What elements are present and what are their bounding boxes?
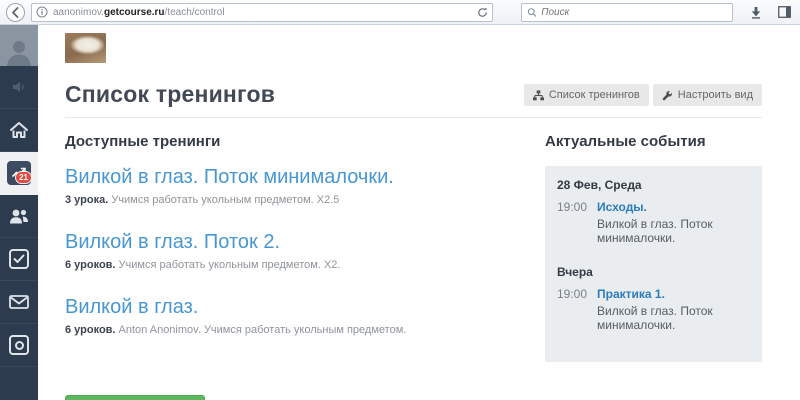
training-description: Учимся работать укольным предметом. X2.5: [108, 194, 339, 206]
window-panel-icon: [778, 6, 791, 18]
sidebar-item-sound[interactable]: [0, 66, 38, 109]
events-column: Актуальные события 28 Фев, Среда 19:00 И…: [545, 133, 762, 400]
event-item: 19:00 Исходы. Вилкой в глаз. Поток миним…: [557, 200, 750, 245]
home-icon: [9, 121, 29, 139]
account-logo-image[interactable]: [65, 33, 106, 63]
page-title: Список тренингов: [65, 81, 275, 108]
event-link[interactable]: Исходы.: [597, 200, 647, 214]
configure-view-button[interactable]: Настроить вид: [653, 84, 762, 106]
event-link[interactable]: Практика 1.: [597, 287, 665, 301]
downloads-button[interactable]: [745, 2, 767, 22]
search-input[interactable]: [541, 7, 727, 18]
training-description: Anton Anonimov. Учимся работать укольным…: [115, 324, 406, 336]
reload-button[interactable]: [477, 7, 488, 18]
app-sidebar: 21: [0, 25, 38, 400]
sitemap-icon: [533, 90, 544, 101]
training-item: Вилкой в глаз. Поток минималочки. 3 урок…: [65, 166, 525, 206]
training-meta: 6 уроков. Учимся работать укольным предм…: [65, 259, 525, 271]
event-description: Вилкой в глаз. Поток минималочки.: [597, 304, 750, 332]
page-info-icon[interactable]: [36, 6, 48, 18]
training-item: Вилкой в глаз. Поток 2. 6 уроков. Учимся…: [65, 231, 525, 271]
sidebar-item-trainings[interactable]: 21: [0, 152, 38, 195]
event-time: 19:00: [557, 287, 589, 332]
trainings-list-button[interactable]: Список тренингов: [524, 84, 649, 106]
trainings-heading: Доступные тренинги: [65, 133, 525, 150]
main-content: Список тренингов Список тренингов: [38, 25, 800, 400]
sidebar-item-home[interactable]: [0, 109, 38, 152]
trainings-list-button-label: Список тренингов: [549, 89, 640, 101]
users-icon: [9, 208, 29, 224]
envelope-icon: [9, 295, 29, 309]
sidebar-item-mail[interactable]: [0, 281, 38, 324]
sidebars-button[interactable]: [773, 2, 795, 22]
training-item: Вилкой в глаз. 6 уроков. Anton Anonimov.…: [65, 296, 525, 336]
browser-search-box[interactable]: [521, 3, 733, 22]
training-lessons-count: 6 уроков.: [65, 324, 115, 336]
events-heading: Актуальные события: [545, 133, 762, 150]
settings-gear-icon: [9, 335, 29, 355]
event-item: 19:00 Практика 1. Вилкой в глаз. Поток м…: [557, 287, 750, 332]
header-buttons: Список тренингов Настроить вид: [524, 84, 762, 106]
title-divider: [65, 117, 762, 118]
training-description: Учимся работать укольным предметом. X2.: [115, 259, 340, 271]
training-meta: 3 урока. Учимся работать укольным предме…: [65, 194, 525, 206]
sidebar-item-settings[interactable]: [0, 324, 38, 367]
reload-icon: [477, 7, 488, 18]
configure-view-button-label: Настроить вид: [678, 89, 753, 101]
event-date: 28 Фев, Среда: [557, 178, 750, 192]
user-avatar-icon: [4, 36, 34, 66]
trainings-column: Доступные тренинги Вилкой в глаз. Поток …: [65, 133, 545, 400]
browser-back-button[interactable]: [6, 3, 25, 22]
sidebar-item-users[interactable]: [0, 195, 38, 238]
url-text[interactable]: aanonimov.getcourse.ru/teach/control: [53, 7, 472, 18]
event-date: Вчера: [557, 265, 750, 279]
event-description: Вилкой в глаз. Поток минималочки.: [597, 217, 750, 245]
back-arrow-icon: [10, 7, 21, 18]
address-bar[interactable]: aanonimov.getcourse.ru/teach/control: [31, 3, 493, 22]
training-meta: 6 уроков. Anton Anonimov. Учимся работат…: [65, 324, 525, 336]
sound-icon: [12, 81, 26, 93]
browser-toolbar: aanonimov.getcourse.ru/teach/control: [0, 0, 800, 25]
search-icon: [527, 7, 537, 18]
training-lessons-count: 3 урока.: [65, 194, 108, 206]
event-group: Вчера 19:00 Практика 1. Вилкой в глаз. П…: [557, 265, 750, 332]
wrench-icon: [662, 90, 673, 101]
training-link[interactable]: Вилкой в глаз.: [65, 296, 198, 319]
sidebar-item-tasks[interactable]: [0, 238, 38, 281]
trainings-tile: 21: [7, 161, 31, 185]
notifications-badge: 21: [15, 171, 32, 184]
event-group: 28 Фев, Среда 19:00 Исходы. Вилкой в гла…: [557, 178, 750, 245]
download-icon: [750, 6, 762, 19]
event-time: 19:00: [557, 200, 589, 245]
sidebar-user-avatar[interactable]: [0, 25, 38, 66]
events-panel: 28 Фев, Среда 19:00 Исходы. Вилкой в гла…: [545, 166, 762, 362]
training-link[interactable]: Вилкой в глаз. Поток минималочки.: [65, 166, 394, 189]
training-lessons-count: 6 уроков.: [65, 259, 115, 271]
check-square-icon: [9, 249, 29, 269]
add-training-button[interactable]: + Добавить тренинг: [65, 395, 205, 400]
training-link[interactable]: Вилкой в глаз. Поток 2.: [65, 231, 280, 254]
